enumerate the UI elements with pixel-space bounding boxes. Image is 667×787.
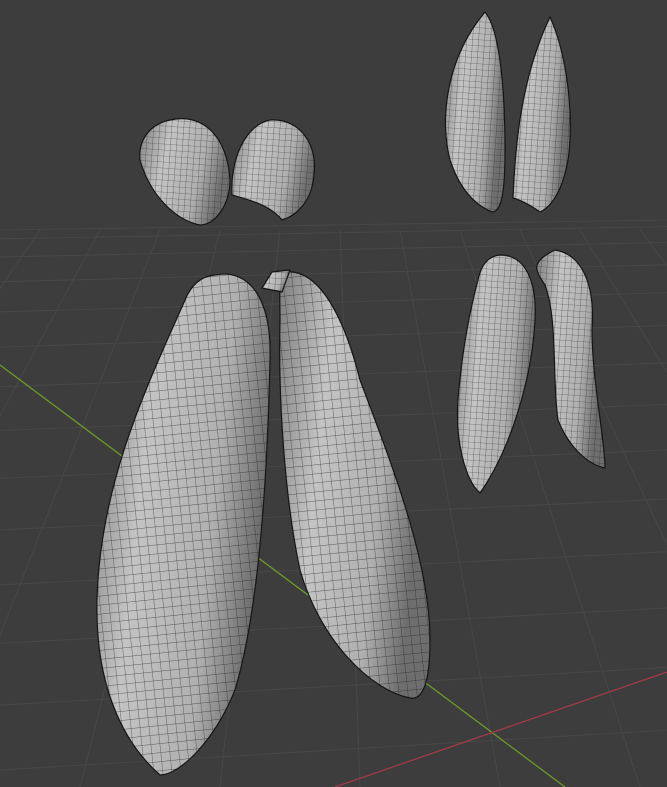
curled-ear-left[interactable] [456, 254, 536, 494]
tall-ear-right[interactable] [512, 15, 571, 213]
tall-ear-left[interactable] [445, 11, 506, 213]
grid-line [0, 666, 667, 706]
large-ear-left[interactable] [96, 273, 271, 776]
tall-ear-left-wireframe [445, 11, 506, 213]
large-ear-left-wireframe [96, 273, 271, 776]
3d-viewport[interactable] [0, 0, 667, 787]
tall-ear-right-wireframe [512, 15, 571, 213]
grid-line [0, 729, 667, 771]
small-ear-right[interactable] [231, 119, 316, 221]
curled-ear-right[interactable] [536, 249, 606, 469]
viewport-canvas[interactable] [0, 0, 667, 787]
x-axis-line [334, 671, 667, 787]
grid-line [639, 229, 667, 267]
grid-line [519, 229, 667, 547]
small-ear-left-wireframe [139, 118, 231, 226]
curled-ear-left-wireframe [456, 254, 536, 494]
small-ear-left[interactable] [139, 118, 231, 226]
curled-ear-right-wireframe [536, 249, 606, 469]
small-ear-right-wireframe [231, 119, 316, 221]
